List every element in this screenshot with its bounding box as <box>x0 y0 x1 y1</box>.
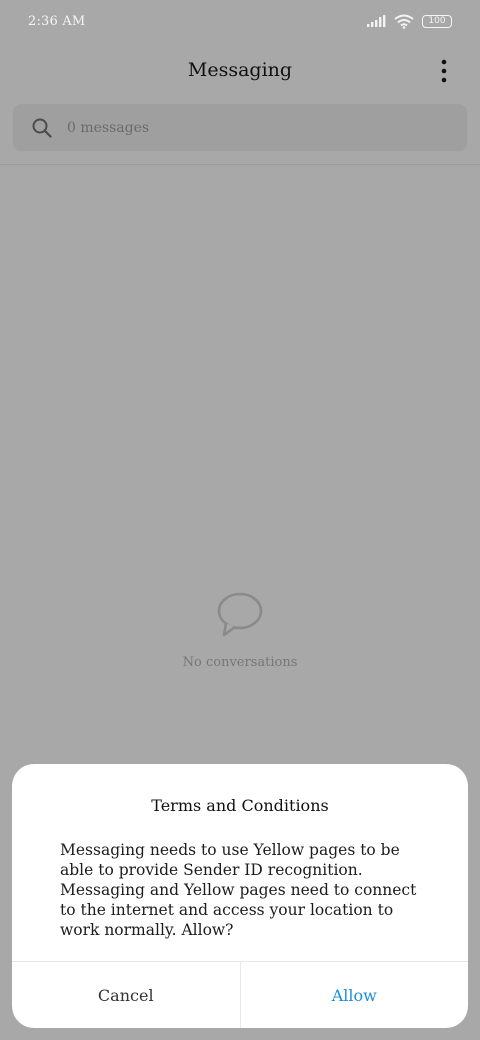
signal-icon <box>367 15 386 27</box>
more-options-button[interactable] <box>434 58 454 84</box>
header-divider <box>0 164 480 165</box>
messaging-screen: 2:36 AM 100 Messaging 0 messages No conv… <box>0 0 480 1040</box>
cancel-button[interactable]: Cancel <box>12 962 241 1028</box>
page-title: Messaging <box>187 59 293 81</box>
dialog-actions: Cancel Allow <box>12 961 468 1028</box>
status-bar: 2:36 AM 100 <box>0 0 480 42</box>
dialog-body: Messaging needs to use Yellow pages to b… <box>60 841 417 939</box>
search-input[interactable]: 0 messages <box>13 104 467 151</box>
chat-bubble-icon <box>217 592 263 637</box>
status-icons: 100 <box>366 14 452 29</box>
search-icon <box>32 118 52 138</box>
app-header: Messaging <box>0 42 480 98</box>
status-time: 2:36 AM <box>28 13 86 29</box>
more-vertical-icon <box>441 59 447 83</box>
battery-icon: 100 <box>422 14 452 28</box>
wifi-icon <box>394 14 414 29</box>
terms-dialog: Terms and Conditions Messaging needs to … <box>12 764 468 1028</box>
allow-button[interactable]: Allow <box>241 962 469 1028</box>
battery-level: 100 <box>428 15 446 26</box>
dialog-title: Terms and Conditions <box>151 796 329 815</box>
empty-state-text: No conversations <box>182 655 298 670</box>
search-placeholder: 0 messages <box>67 119 150 136</box>
